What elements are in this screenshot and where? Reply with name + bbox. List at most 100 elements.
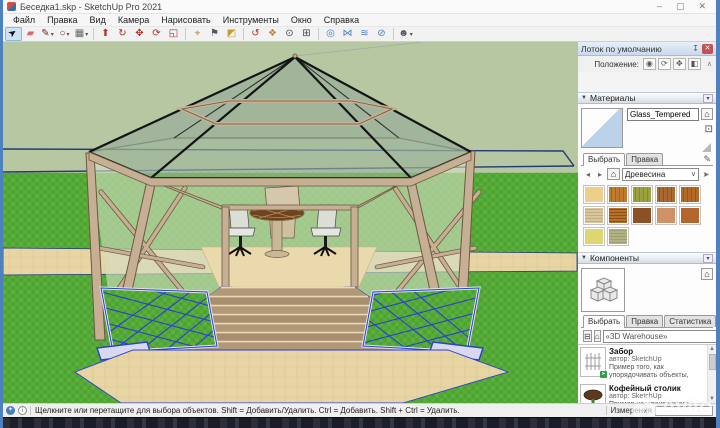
pan-tool[interactable]: ❖ — [264, 27, 281, 41]
home-icon[interactable]: ⌂ — [701, 268, 713, 280]
minimize-button[interactable]: – — [657, 2, 662, 11]
list-item[interactable]: ➤ Забор автор: SketchUp Пример того, как… — [580, 347, 705, 380]
position-toolbar: Положение: ◉ ⟳ ✥ ◧ ∧ — [578, 56, 716, 72]
maximize-button[interactable]: ▢ — [676, 2, 685, 11]
forward-arrow-icon[interactable]: ▸ — [595, 170, 605, 179]
material-swatch[interactable] — [607, 206, 629, 225]
zoom-extents-tool[interactable]: ⊞ — [298, 27, 315, 41]
tab-edit[interactable]: Правка — [626, 153, 663, 165]
scroll-down-icon[interactable]: ▼ — [709, 395, 715, 403]
components-list: ➤ Забор автор: SketchUp Пример того, как… — [578, 344, 716, 403]
status-hint: Щелкните или перетащите для выбора объек… — [30, 406, 603, 415]
menu-tools[interactable]: Инструменты — [217, 14, 285, 27]
geolocation-icon[interactable]: ✦ — [6, 406, 15, 415]
table-pedestal — [272, 219, 282, 253]
components-menu-button[interactable]: ▾ — [703, 254, 713, 263]
detail-arrow-icon[interactable]: ➤ — [701, 170, 711, 179]
material-swatch[interactable] — [607, 227, 629, 246]
material-swatch[interactable] — [607, 185, 629, 204]
measurements-label: Измерения — [606, 406, 652, 415]
pin-icon[interactable]: ↧ — [692, 44, 699, 53]
eye-icon[interactable]: ◉ — [643, 58, 656, 70]
component-description: Пример того, как упорядочивать объекты, … — [609, 364, 705, 380]
gazebo-scene[interactable] — [3, 42, 578, 403]
tape-measure-tool[interactable]: ⌖ — [189, 27, 206, 41]
material-swatch[interactable] — [655, 185, 677, 204]
material-swatch[interactable] — [655, 206, 677, 225]
sample-paint-icon[interactable]: ⊡ — [705, 124, 713, 135]
components-header[interactable]: ▼ Компоненты ▾ — [578, 252, 716, 264]
text-tool[interactable]: ⚑ — [206, 27, 223, 41]
material-swatch[interactable] — [583, 206, 605, 225]
measurements-input[interactable] — [655, 406, 713, 416]
orbit-tool[interactable]: ↺ — [247, 27, 264, 41]
material-swatch[interactable] — [679, 206, 701, 225]
menu-view[interactable]: Вид — [84, 14, 112, 27]
coffee-table-thumbnail: ➤ — [580, 384, 606, 403]
material-swatch[interactable] — [631, 206, 653, 225]
menu-edit[interactable]: Правка — [41, 14, 83, 27]
eraser-tool[interactable]: ▰ — [22, 27, 39, 41]
rotate-tool[interactable]: ⟳ — [148, 27, 165, 41]
move-tool[interactable]: ✥ — [131, 27, 148, 41]
materials-menu-button[interactable]: ▾ — [703, 94, 713, 103]
component-author: автор: SketchUp — [609, 356, 705, 364]
move-icon[interactable]: ✥ — [673, 58, 686, 70]
scale-tool[interactable]: ◱ — [165, 27, 182, 41]
position-label: Положение: — [594, 60, 639, 69]
material-swatch[interactable] — [631, 185, 653, 204]
circle-tool[interactable]: ○▾ — [56, 27, 73, 41]
follow-me-tool[interactable]: ↻ — [114, 27, 131, 41]
push-pull-tool[interactable]: ⬆ — [97, 27, 114, 41]
window-title: Беседка1.skp - SketchUp Pro 2021 — [20, 2, 657, 12]
material-preview — [581, 108, 623, 148]
menu-window[interactable]: Окно — [285, 14, 318, 27]
materials-header[interactable]: ▼ Материалы ▾ — [578, 92, 716, 104]
close-button[interactable]: ✕ — [698, 2, 706, 11]
resize-handle[interactable] — [702, 143, 711, 152]
pencil-icon[interactable]: ✎ — [703, 154, 711, 165]
section-display-toggle[interactable]: ⋈ — [339, 27, 356, 41]
tray-close-button[interactable]: ✕ — [702, 44, 713, 54]
tab-select[interactable]: Выбрать — [583, 153, 625, 166]
model-viewport[interactable] — [3, 42, 578, 403]
material-name-input[interactable] — [627, 108, 699, 121]
section-cut-toggle[interactable]: ≋ — [356, 27, 373, 41]
menu-file[interactable]: Файл — [7, 14, 41, 27]
rectangle-tool[interactable]: ▦▾ — [73, 27, 90, 41]
zoom-tool[interactable]: ⊙ — [281, 27, 298, 41]
tab-select[interactable]: Выбрать — [583, 315, 625, 328]
info-icon[interactable]: i — [18, 406, 27, 415]
material-swatch[interactable] — [583, 227, 605, 246]
home-icon[interactable]: ⌂ — [607, 168, 620, 180]
tray-header[interactable]: Лоток по умолчанию ↧ ✕ — [578, 42, 716, 56]
view-mode-icon[interactable]: ⊟ — [583, 330, 592, 342]
user-account-menu[interactable]: ☻▾ — [397, 27, 414, 41]
home-icon[interactable]: ⌂ — [594, 330, 601, 342]
warehouse-search-input[interactable] — [603, 330, 719, 343]
tab-edit[interactable]: Правка — [626, 315, 663, 327]
material-swatch[interactable] — [583, 185, 605, 204]
paint-bucket-tool[interactable]: ◩ — [223, 27, 240, 41]
status-bar: ✦ i Щелкните или перетащите для выбора о… — [3, 403, 716, 417]
scroll-up-icon[interactable]: ▲ — [709, 345, 715, 353]
list-item[interactable]: ➤ Кофейный столик автор: SketchUp Пример… — [580, 384, 705, 403]
select-tool[interactable]: ➤ — [5, 27, 22, 41]
components-scrollbar[interactable]: ▲ ▼ — [707, 345, 716, 403]
rotate-icon[interactable]: ⟳ — [658, 58, 671, 70]
collapse-chevron-icon[interactable]: ∧ — [707, 60, 712, 68]
back-arrow-icon[interactable]: ◂ — [583, 170, 593, 179]
section-fill-toggle[interactable]: ⊘ — [373, 27, 390, 41]
collapse-arrow-icon: ▼ — [581, 255, 587, 261]
material-swatch[interactable] — [679, 185, 701, 204]
home-icon[interactable]: ⌂ — [701, 108, 713, 120]
collection-dropdown[interactable]: Древесина∨ — [622, 168, 699, 181]
menu-draw[interactable]: Нарисовать — [155, 14, 216, 27]
section-plane-tool[interactable]: ◎ — [322, 27, 339, 41]
scrollbar-thumb[interactable] — [709, 354, 716, 370]
menu-camera[interactable]: Камера — [112, 14, 155, 27]
line-tool[interactable]: ✎▾ — [39, 27, 56, 41]
menu-help[interactable]: Справка — [318, 14, 365, 27]
tab-statistics[interactable]: Статистика — [664, 315, 716, 327]
paint-icon[interactable]: ◧ — [688, 58, 701, 70]
